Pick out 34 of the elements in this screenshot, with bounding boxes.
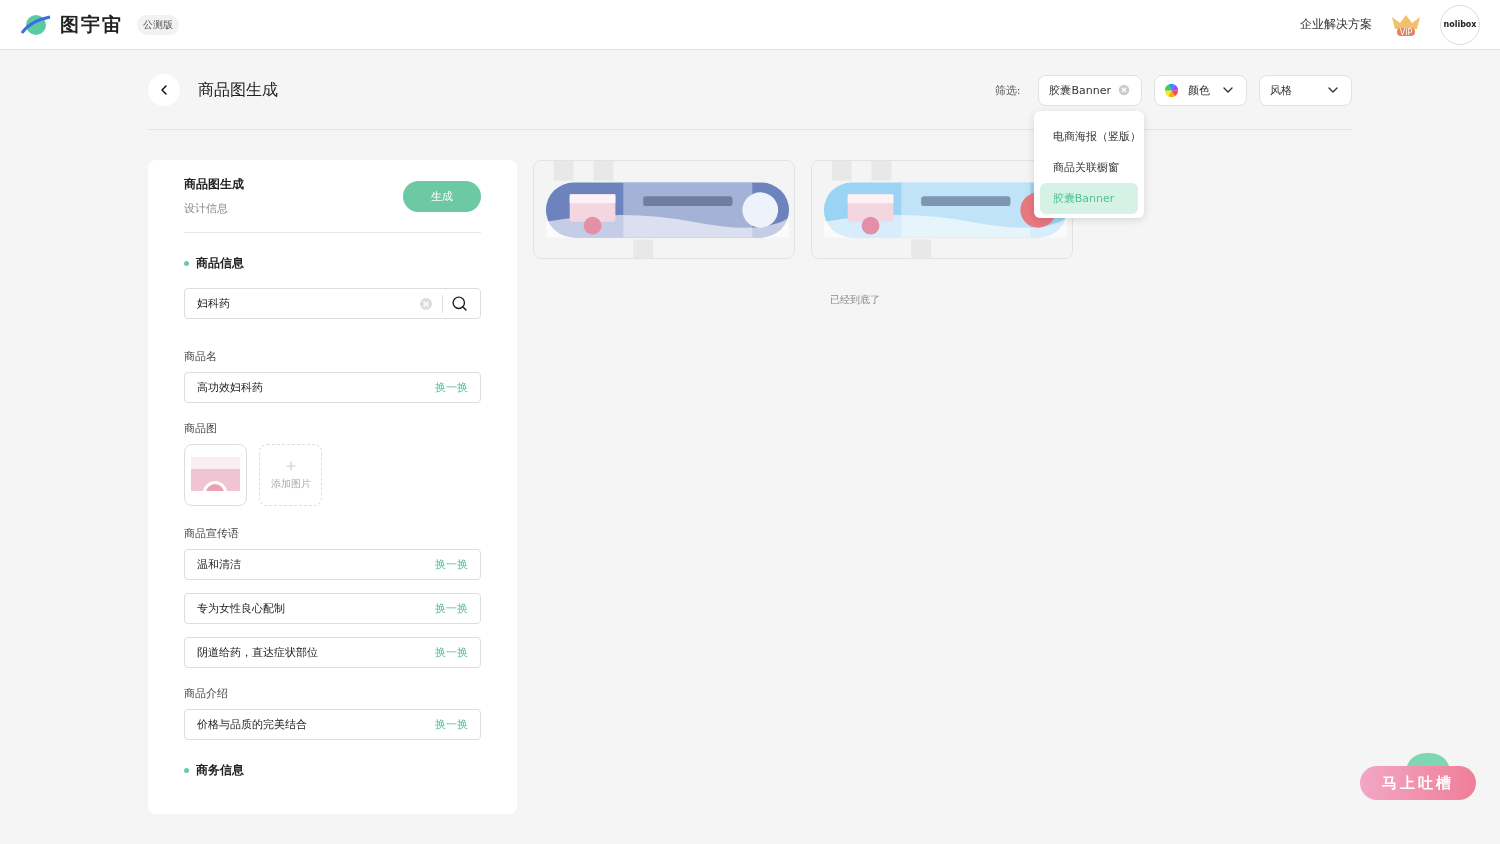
app-logo: 图宇宙 <box>60 11 123 37</box>
style-filter[interactable]: 风格 <box>1259 74 1352 106</box>
plus-icon <box>283 459 298 473</box>
menu-item[interactable]: 商品关联橱窗 <box>1039 151 1138 183</box>
page-title: 商品图生成 <box>198 79 278 101</box>
search-field[interactable]: 妇科药 <box>184 288 481 319</box>
field-label: 商品介绍 <box>184 686 229 701</box>
search-icon[interactable] <box>451 295 468 312</box>
user-avatar[interactable]: nolibox <box>1440 4 1480 45</box>
beta-badge: 公测版 <box>137 14 179 35</box>
field-label: 商品宣传语 <box>184 526 240 541</box>
section-heading: 商品信息 <box>196 255 244 272</box>
text-field[interactable]: 阴道给药，直达症状部位 换一换 <box>184 637 481 668</box>
filter-chip[interactable]: 胶囊Banner <box>1038 74 1142 106</box>
text-field[interactable]: 专为女性良心配制 换一换 <box>184 593 481 624</box>
clear-icon[interactable] <box>1117 83 1131 97</box>
panel-title: 商品图生成 <box>184 176 244 193</box>
color-filter[interactable]: 颜色 <box>1154 74 1247 106</box>
bullet-dot <box>184 768 189 773</box>
field-label: 商品名 <box>184 349 218 364</box>
bullet-dot <box>184 261 189 266</box>
text-field[interactable]: 温和清洁 换一换 <box>184 549 481 580</box>
menu-item[interactable]: 电商海报（竖版） <box>1039 120 1138 152</box>
section-heading: 商务信息 <box>196 762 244 779</box>
color-wheel-icon <box>1165 83 1178 97</box>
text-field[interactable]: 高功效妇科药 换一换 <box>184 372 481 403</box>
end-of-list-text: 已经到底了 <box>828 293 881 307</box>
planet-logo-icon <box>20 12 52 37</box>
panel-subtitle: 设计信息 <box>184 201 229 216</box>
text-field[interactable]: 价格与品质的完美结合 换一换 <box>184 709 481 740</box>
back-button[interactable] <box>148 74 180 106</box>
enterprise-link[interactable]: 企业解决方案 <box>1300 16 1372 33</box>
field-label: 商品图 <box>184 421 218 436</box>
filter-label: 筛选: <box>994 82 1021 98</box>
